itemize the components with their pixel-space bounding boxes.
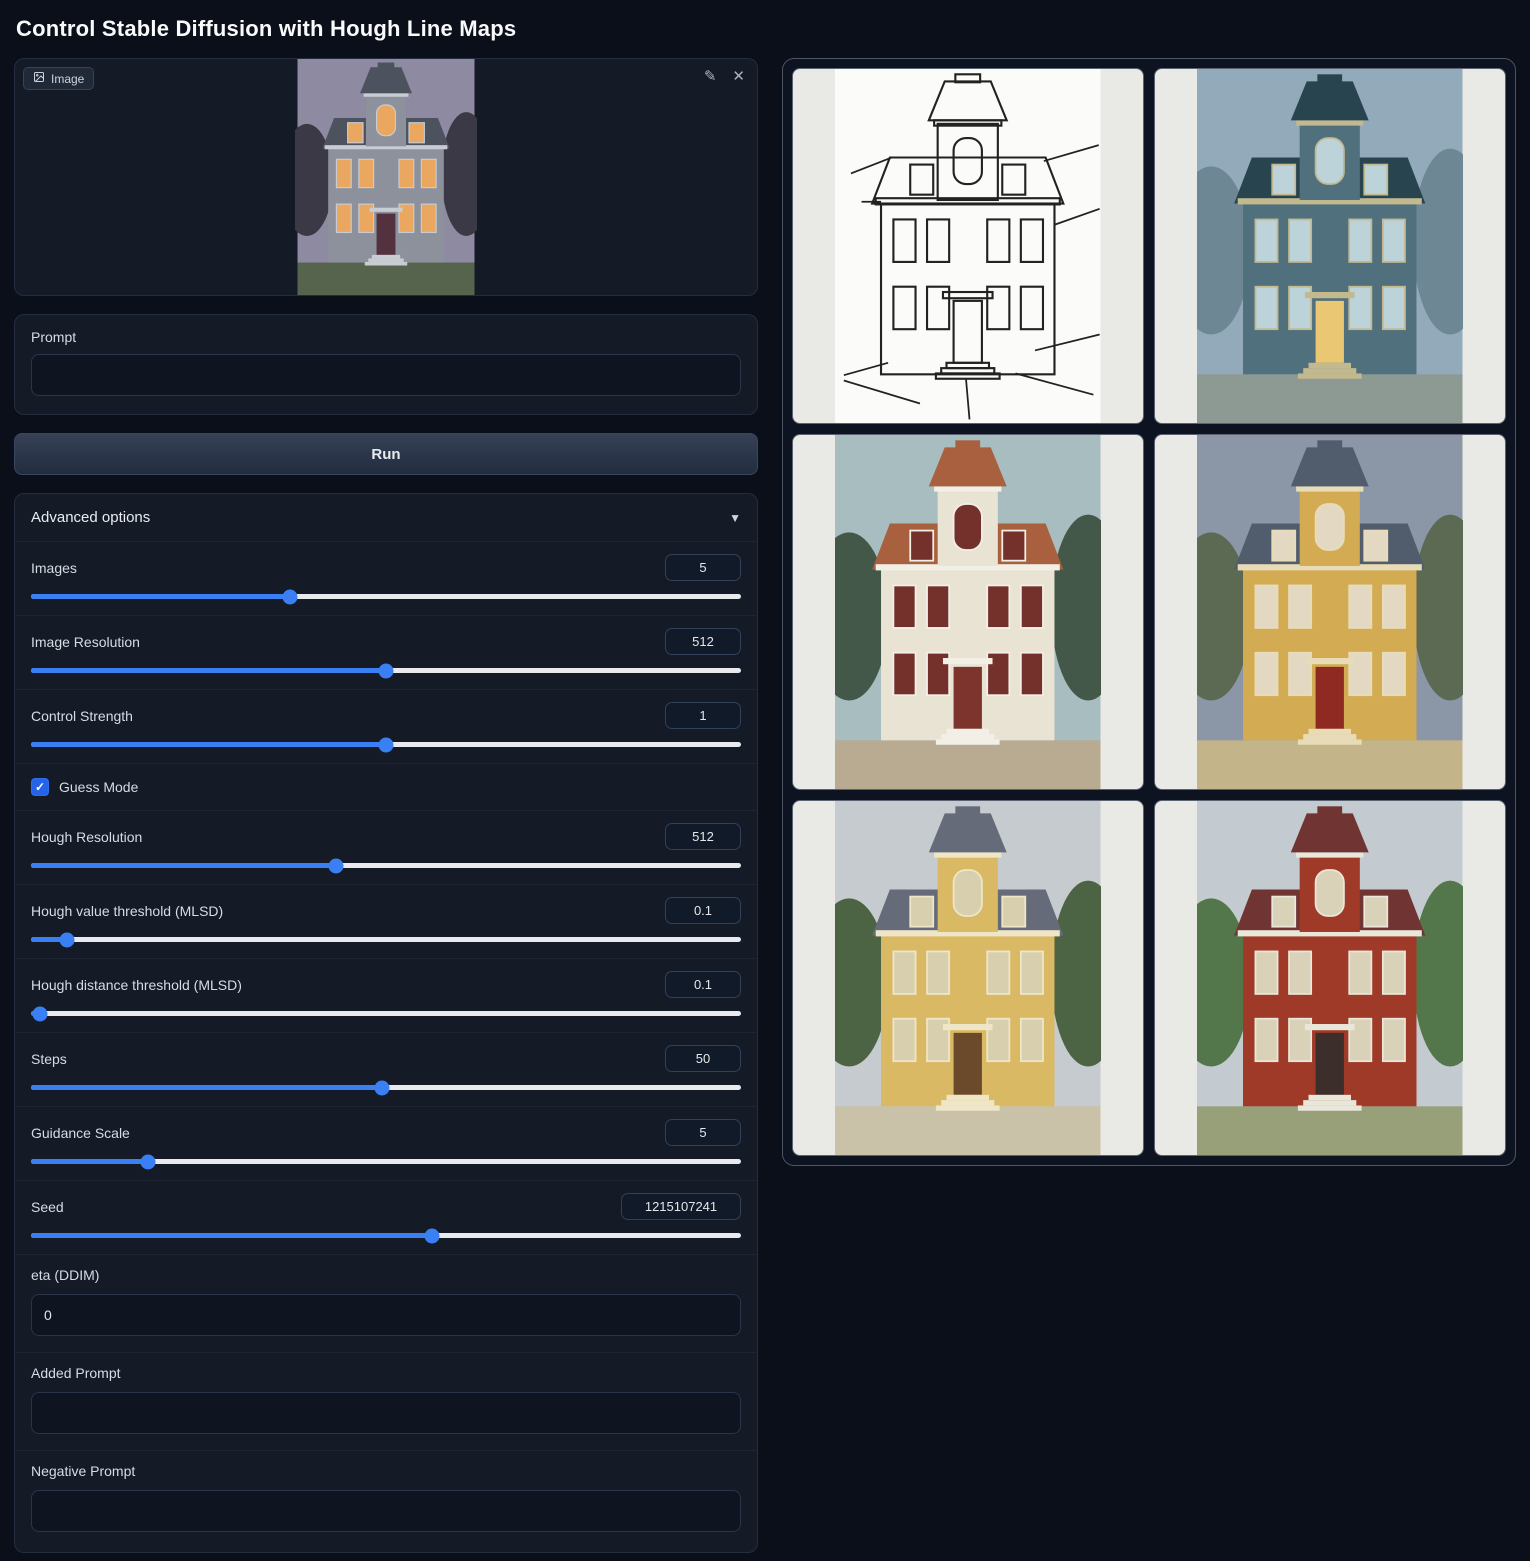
slider-track-images[interactable] <box>31 594 741 599</box>
slider-handle-steps[interactable] <box>375 1080 390 1095</box>
slider-label-image-resolution: Image Resolution <box>31 634 140 650</box>
slider-fill-control-strength <box>31 742 386 747</box>
page-title: Control Stable Diffusion with Hough Line… <box>16 16 1514 42</box>
slider-label-images: Images <box>31 560 77 576</box>
image-icon <box>33 71 45 86</box>
image-label-chip: Image <box>23 67 94 90</box>
slider-label-hough-distance-threshold-mlsd: Hough distance threshold (MLSD) <box>31 977 242 993</box>
slider-track-guidance-scale[interactable] <box>31 1159 741 1164</box>
slider-row-hough-resolution: Hough Resolution <box>15 810 757 884</box>
slider-value-control-strength[interactable] <box>665 702 741 729</box>
slider-row-steps: Steps <box>15 1032 757 1106</box>
image-label: Image <box>51 72 84 86</box>
slider-row-seed: Seed <box>15 1180 757 1254</box>
slider-label-control-strength: Control Strength <box>31 708 133 724</box>
slider-track-hough-value-threshold-mlsd[interactable] <box>31 937 741 942</box>
prompt-panel: Prompt <box>14 314 758 415</box>
textbox-row-eta-ddim: eta (DDIM) <box>15 1254 757 1352</box>
slider-handle-hough-distance-threshold-mlsd[interactable] <box>32 1006 47 1021</box>
slider-fill-seed <box>31 1233 432 1238</box>
slider-track-control-strength[interactable] <box>31 742 741 747</box>
slider-track-hough-distance-threshold-mlsd[interactable] <box>31 1011 741 1016</box>
slider-handle-hough-value-threshold-mlsd[interactable] <box>59 932 74 947</box>
textbox-row-negative-prompt: Negative Prompt <box>15 1450 757 1548</box>
negative-prompt-input[interactable] <box>31 1490 741 1532</box>
slider-row-image-resolution: Image Resolution <box>15 615 757 689</box>
slider-track-seed[interactable] <box>31 1233 741 1238</box>
slider-value-hough-value-threshold-mlsd[interactable] <box>665 897 741 924</box>
advanced-options-title: Advanced options <box>31 509 150 526</box>
gallery-item-hough-line-map[interactable] <box>792 68 1144 424</box>
slider-value-image-resolution[interactable] <box>665 628 741 655</box>
main-layout: Image ✎ ✕ P <box>14 58 1516 1553</box>
left-column: Image ✎ ✕ P <box>14 58 758 1553</box>
slider-value-hough-resolution[interactable] <box>665 823 741 850</box>
slider-row-hough-distance-threshold-mlsd: Hough distance threshold (MLSD) <box>15 958 757 1032</box>
textbox-label-added-prompt: Added Prompt <box>31 1365 121 1381</box>
slider-fill-hough-resolution <box>31 863 336 868</box>
slider-fill-steps <box>31 1085 382 1090</box>
checkbox-row-guess-mode[interactable]: ✓ Guess Mode <box>15 763 757 810</box>
slider-track-hough-resolution[interactable] <box>31 863 741 868</box>
advanced-rows: Images Image Resolution Control Strength <box>15 541 757 1548</box>
slider-track-steps[interactable] <box>31 1085 741 1090</box>
slider-value-seed[interactable] <box>621 1193 741 1220</box>
clear-image-button[interactable]: ✕ <box>730 67 747 86</box>
slider-value-images[interactable] <box>665 554 741 581</box>
page: Control Stable Diffusion with Hough Line… <box>0 0 1530 1561</box>
input-image-panel[interactable]: Image ✎ ✕ <box>14 58 758 296</box>
slider-value-guidance-scale[interactable] <box>665 1119 741 1146</box>
slider-track-image-resolution[interactable] <box>31 668 741 673</box>
eta-ddim-input[interactable] <box>31 1294 741 1336</box>
textbox-label-negative-prompt: Negative Prompt <box>31 1463 135 1479</box>
accordion-arrow-icon: ▼ <box>729 511 741 525</box>
image-actions: ✎ ✕ <box>702 67 747 86</box>
slider-label-guidance-scale: Guidance Scale <box>31 1125 130 1141</box>
checkbox-label-guess-mode: Guess Mode <box>59 779 138 795</box>
advanced-options-panel: Advanced options ▼ Images Image Resoluti… <box>14 493 758 1553</box>
slider-value-steps[interactable] <box>665 1045 741 1072</box>
gallery-item-result-red-house[interactable] <box>1154 800 1506 1156</box>
slider-row-hough-value-threshold-mlsd: Hough value threshold (MLSD) <box>15 884 757 958</box>
slider-label-hough-resolution: Hough Resolution <box>31 829 142 845</box>
advanced-options-header[interactable]: Advanced options ▼ <box>15 494 757 541</box>
gallery-item-result-blue-house[interactable] <box>1154 68 1506 424</box>
slider-handle-hough-resolution[interactable] <box>329 858 344 873</box>
slider-row-control-strength: Control Strength <box>15 689 757 763</box>
textbox-row-added-prompt: Added Prompt <box>15 1352 757 1450</box>
slider-row-guidance-scale: Guidance Scale <box>15 1106 757 1180</box>
gallery-item-result-gold-house[interactable] <box>792 800 1144 1156</box>
guess-mode-checkbox[interactable]: ✓ <box>31 778 49 796</box>
slider-label-seed: Seed <box>31 1199 64 1215</box>
slider-handle-control-strength[interactable] <box>379 737 394 752</box>
slider-row-images: Images <box>15 541 757 615</box>
slider-label-steps: Steps <box>31 1051 67 1067</box>
textbox-label-eta-ddim: eta (DDIM) <box>31 1267 99 1283</box>
slider-fill-images <box>31 594 290 599</box>
slider-handle-seed[interactable] <box>425 1228 440 1243</box>
run-button[interactable]: Run <box>14 433 758 475</box>
slider-label-hough-value-threshold-mlsd: Hough value threshold (MLSD) <box>31 903 223 919</box>
gallery-item-result-white-house[interactable] <box>792 434 1144 790</box>
input-image[interactable] <box>295 59 477 295</box>
slider-handle-guidance-scale[interactable] <box>141 1154 156 1169</box>
result-gallery <box>782 58 1516 1166</box>
right-column <box>782 58 1516 1166</box>
slider-fill-guidance-scale <box>31 1159 148 1164</box>
gallery-item-result-mustard-house[interactable] <box>1154 434 1506 790</box>
slider-handle-images[interactable] <box>283 589 298 604</box>
slider-fill-image-resolution <box>31 668 386 673</box>
added-prompt-input[interactable] <box>31 1392 741 1434</box>
edit-image-button[interactable]: ✎ <box>702 67 719 86</box>
prompt-label: Prompt <box>31 329 741 345</box>
slider-handle-image-resolution[interactable] <box>379 663 394 678</box>
slider-value-hough-distance-threshold-mlsd[interactable] <box>665 971 741 998</box>
prompt-input[interactable] <box>31 354 741 396</box>
